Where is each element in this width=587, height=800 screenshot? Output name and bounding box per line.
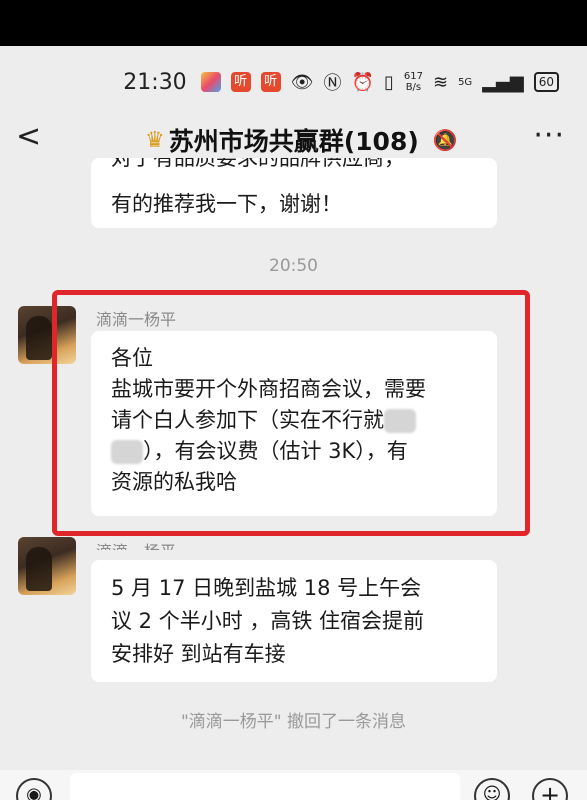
net-speed-value: 617 bbox=[403, 71, 423, 82]
sender-name: 滴滴一杨平 bbox=[96, 538, 176, 550]
chat-timestamp: 20:50 bbox=[269, 256, 318, 276]
listen-app-icon-2: 听 bbox=[260, 72, 281, 92]
message-input[interactable] bbox=[70, 773, 460, 800]
more-options-button[interactable]: ··· bbox=[533, 118, 565, 153]
eye-icon: 👁 bbox=[290, 71, 314, 93]
message-line: 5 月 17 日晚到盐城 18 号上午会 bbox=[111, 576, 422, 600]
app-notification-icon bbox=[200, 72, 221, 92]
message-text: 有的推荐我一下，谢谢！ bbox=[111, 192, 342, 216]
alarm-icon: ⏰ bbox=[351, 71, 374, 93]
listen-app-icon: 听 bbox=[230, 72, 251, 92]
top-black-band bbox=[0, 0, 587, 46]
group-name: 苏州市场共赢群(108) bbox=[168, 127, 419, 156]
crown-icon: ♛ bbox=[145, 127, 165, 153]
network-type: 5G bbox=[458, 76, 473, 88]
wifi-icon: ≋ bbox=[432, 71, 449, 93]
status-bar: 21:30 听 听 👁 Ⓝ ⏰ ▯ 617 B/s ≋ 5G ▂▄▆ 60 bbox=[0, 46, 587, 118]
net-speed-unit: B/s bbox=[405, 82, 422, 93]
mute-bell-icon: 🔕 bbox=[432, 128, 458, 152]
status-time: 21:30 bbox=[123, 69, 187, 95]
avatar[interactable] bbox=[18, 537, 76, 595]
nfc-icon: Ⓝ bbox=[323, 73, 342, 94]
message-cut-line: 对于有品质要求的品牌供应商， bbox=[111, 158, 405, 170]
chat-title: ♛ 苏州市场共赢群(108) 🔕 bbox=[145, 122, 458, 158]
message-bubble-previous[interactable]: 对于有品质要求的品牌供应商， 有的推荐我一下，谢谢！ bbox=[91, 158, 497, 228]
battery-indicator: 60 bbox=[533, 72, 559, 92]
message-bubble[interactable]: 5 月 17 日晚到盐城 18 号上午会 议 2 个半小时 ，高铁 住宿会提前 … bbox=[91, 560, 497, 682]
vibrate-icon: ▯ bbox=[383, 71, 394, 93]
back-button[interactable]: < bbox=[16, 120, 46, 154]
net-speed: 617 B/s bbox=[404, 71, 423, 93]
signal-icon: ▂▄▆ bbox=[482, 71, 524, 93]
chat-header: < ♛ 苏州市场共赢群(108) 🔕 ··· bbox=[0, 118, 587, 158]
recall-notice: "滴滴一杨平" 撤回了一条消息 bbox=[180, 712, 407, 732]
red-highlight-box bbox=[52, 290, 530, 536]
message-line: 议 2 个半小时 ，高铁 住宿会提前 bbox=[111, 609, 425, 633]
message-line: 安排好 到站有车接 bbox=[111, 642, 286, 666]
